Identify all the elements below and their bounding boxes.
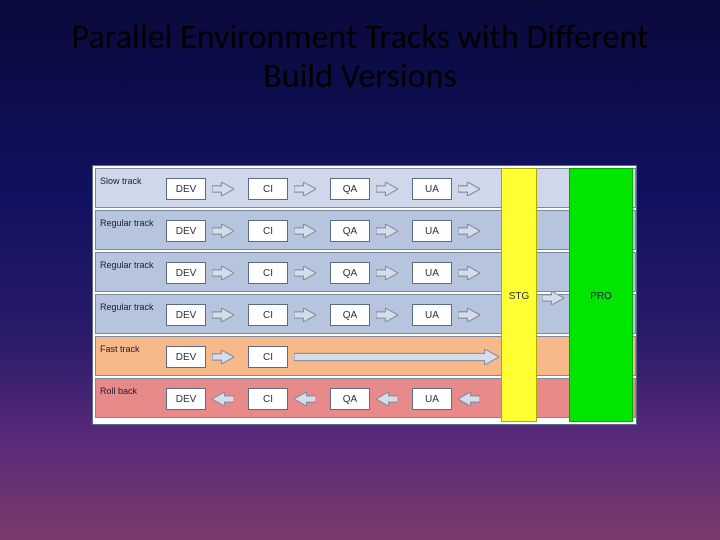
stage-box-dev: DEV	[166, 220, 206, 242]
stage-box-ci: CI	[248, 346, 288, 368]
arrow-icon	[212, 182, 234, 196]
stage-box-ua: UA	[412, 220, 452, 242]
arrow-icon	[376, 308, 398, 322]
track-row: Fast track DEV CI	[95, 336, 636, 376]
arrow-icon	[458, 224, 480, 238]
arrow-icon	[542, 291, 564, 305]
arrow-icon	[376, 182, 398, 196]
stage-box-qa: QA	[330, 388, 370, 410]
stage-box-dev: DEV	[166, 178, 206, 200]
stage-box-dev: DEV	[166, 304, 206, 326]
track-label: Regular track	[100, 260, 158, 271]
track-label: Regular track	[100, 302, 158, 313]
stage-stg-label: STG	[502, 291, 536, 302]
arrow-icon	[458, 392, 480, 406]
track-label: Roll back	[100, 386, 158, 397]
arrow-icon	[294, 308, 316, 322]
arrow-icon	[376, 392, 398, 406]
arrow-icon	[294, 392, 316, 406]
stage-box-ci: CI	[248, 220, 288, 242]
arrow-icon	[212, 266, 234, 280]
stage-box-qa: QA	[330, 178, 370, 200]
stage-box-qa: QA	[330, 304, 370, 326]
arrow-icon	[212, 308, 234, 322]
stage-box-ci: CI	[248, 388, 288, 410]
arrow-icon	[376, 224, 398, 238]
arrow-icon	[376, 266, 398, 280]
track-row: Regular track DEV CI QA UA	[95, 252, 636, 292]
stage-box-ua: UA	[412, 262, 452, 284]
pipeline-diagram: Slow track DEV CI QA UA Regular track DEV CI QA U…	[92, 165, 637, 425]
stage-pro-column: PRO	[569, 168, 633, 422]
track-label: Fast track	[100, 344, 158, 355]
stage-box-ua: UA	[412, 304, 452, 326]
track-label: Slow track	[100, 176, 158, 187]
stage-box-dev: DEV	[166, 262, 206, 284]
arrow-icon	[212, 350, 234, 364]
long-arrow-icon	[294, 349, 499, 365]
stage-pro-label: PRO	[570, 291, 632, 302]
arrow-icon	[458, 266, 480, 280]
stage-box-ci: CI	[248, 262, 288, 284]
arrow-icon	[458, 182, 480, 196]
stage-box-ua: UA	[412, 388, 452, 410]
stage-box-dev: DEV	[166, 346, 206, 368]
stage-box-qa: QA	[330, 220, 370, 242]
arrow-icon	[294, 224, 316, 238]
arrow-icon	[294, 182, 316, 196]
track-row: Slow track DEV CI QA UA	[95, 168, 636, 208]
stage-box-ua: UA	[412, 178, 452, 200]
track-row: Regular track DEV CI QA UA	[95, 210, 636, 250]
stage-box-dev: DEV	[166, 388, 206, 410]
stage-stg-column: STG	[501, 168, 537, 422]
arrow-icon	[294, 266, 316, 280]
stage-box-ci: CI	[248, 178, 288, 200]
stage-box-qa: QA	[330, 262, 370, 284]
track-row: Roll back DEV CI QA UA	[95, 378, 636, 418]
arrow-icon	[212, 224, 234, 238]
page-title: Parallel Environment Tracks with Differe…	[0, 0, 720, 96]
stage-box-ci: CI	[248, 304, 288, 326]
track-label: Regular track	[100, 218, 158, 229]
arrow-icon	[458, 308, 480, 322]
arrow-icon	[212, 392, 234, 406]
